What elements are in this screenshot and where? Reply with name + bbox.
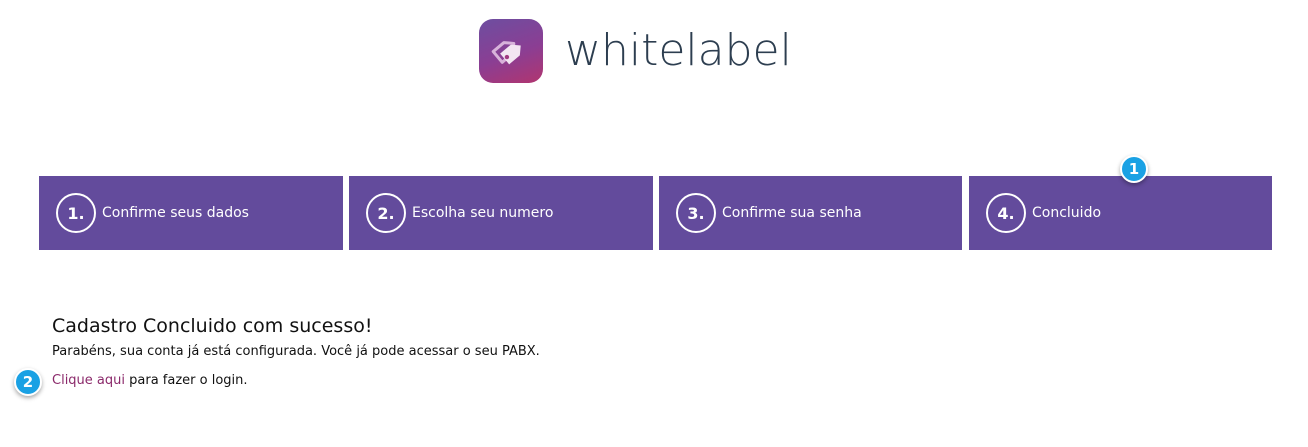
result-title: Cadastro Concluido com sucesso! — [52, 315, 373, 337]
step-number: 3. — [676, 193, 716, 233]
step-label: Confirme sua senha — [722, 205, 862, 221]
steps-bar: 1. Confirme seus dados 2. Escolha seu nu… — [39, 176, 1272, 250]
step-choose-number[interactable]: 2. Escolha seu numero — [349, 176, 653, 250]
step-label: Concluido — [1032, 205, 1102, 221]
brand-logo: whitelabel — [479, 19, 792, 83]
tag-icon — [479, 19, 543, 83]
callout-marker-1: 1 — [1120, 155, 1148, 183]
result-message: Parabéns, sua conta já está configurada.… — [52, 344, 540, 359]
step-number: 1. — [56, 193, 96, 233]
step-confirm-password[interactable]: 3. Confirme sua senha — [659, 176, 962, 250]
step-confirm-data[interactable]: 1. Confirme seus dados — [39, 176, 343, 250]
login-link[interactable]: Clique aqui — [52, 373, 125, 388]
step-label: Confirme seus dados — [102, 205, 249, 221]
step-number: 2. — [366, 193, 406, 233]
login-line: Clique aqui para fazer o login. — [52, 372, 952, 390]
step-number: 4. — [986, 193, 1026, 233]
step-completed[interactable]: 4. Concluido — [969, 176, 1272, 250]
result-panel: Cadastro Concluido com sucesso! Parabéns… — [52, 314, 952, 390]
brand-name: whitelabel — [565, 25, 792, 76]
callout-marker-2: 2 — [14, 368, 42, 396]
login-suffix: para fazer o login. — [125, 373, 248, 388]
step-label: Escolha seu numero — [412, 205, 554, 221]
